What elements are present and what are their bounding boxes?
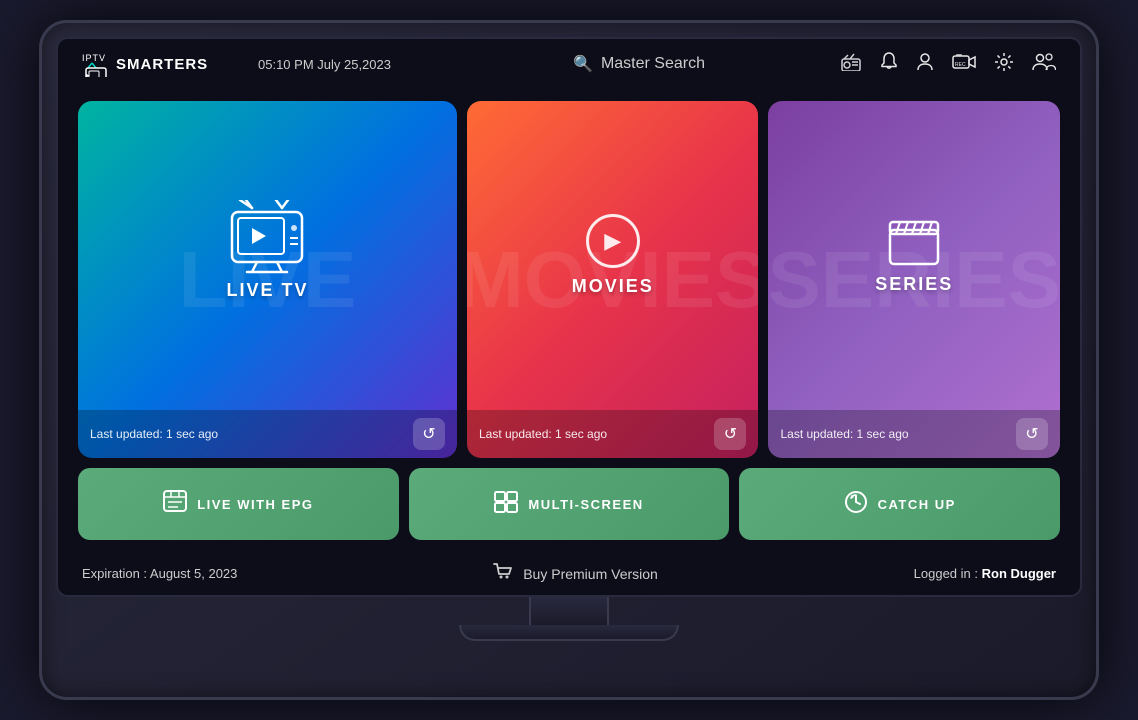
series-updated: Last updated: 1 sec ago [780, 427, 908, 441]
series-clapper-icon [886, 216, 942, 266]
settings-icon[interactable] [994, 52, 1014, 77]
series-label: SERIES [875, 274, 953, 295]
bottom-row: LIVE WITH EPG MULTI-SCREEN [78, 468, 1060, 540]
epg-label: LIVE WITH EPG [197, 497, 313, 512]
card-movies-inner: ▶ MOVIES [467, 101, 759, 410]
buy-premium[interactable]: Buy Premium Version [493, 562, 658, 585]
movies-footer: Last updated: 1 sec ago ↺ [467, 410, 759, 458]
card-series[interactable]: SERIES [768, 101, 1060, 458]
buy-premium-text: Buy Premium Version [523, 566, 658, 582]
catch-up-icon [844, 490, 868, 519]
live-tv-updated: Last updated: 1 sec ago [90, 427, 218, 441]
logo-smarters: SMARTERS [116, 56, 208, 73]
logo-area: IPTV ▶ SMARTERS [82, 51, 242, 77]
expiration-text: Expiration : August 5, 2023 [82, 566, 237, 581]
svg-text:IPTV: IPTV [82, 53, 106, 63]
main-content: LIVE [58, 89, 1080, 552]
multi-user-icon[interactable] [1032, 52, 1056, 77]
footer-bar: Expiration : August 5, 2023 Buy Premium … [58, 552, 1080, 595]
movies-play-icon: ▶ [586, 214, 640, 268]
card-live-epg[interactable]: LIVE WITH EPG [78, 468, 399, 540]
nav-icons: REC [840, 52, 1056, 77]
cart-icon [493, 562, 513, 585]
series-refresh[interactable]: ↺ [1016, 418, 1048, 450]
card-movies[interactable]: MOVIES ▶ MOVIES Last updated: 1 sec ago … [467, 101, 759, 458]
radio-icon[interactable] [840, 53, 862, 76]
header: IPTV ▶ SMARTERS 05:10 PM July 25,2023 🔍 … [58, 39, 1080, 89]
live-tv-refresh[interactable]: ↺ [413, 418, 445, 450]
search-icon: 🔍 [573, 54, 593, 74]
search-label: Master Search [601, 55, 705, 73]
live-tv-footer: Last updated: 1 sec ago ↺ [78, 410, 457, 458]
logged-in-prefix: Logged in : [914, 566, 982, 581]
epg-icon [163, 490, 187, 518]
card-live-tv-inner: LIVE TV [222, 101, 312, 410]
svg-text:REC: REC [955, 62, 966, 68]
movies-refresh[interactable]: ↺ [714, 418, 746, 450]
cards-row-top: LIVE [78, 101, 1060, 458]
tv-outer: IPTV ▶ SMARTERS 05:10 PM July 25,2023 🔍 … [39, 20, 1099, 700]
datetime: 05:10 PM July 25,2023 [258, 57, 438, 72]
card-multi-screen[interactable]: MULTI-SCREEN [409, 468, 730, 540]
screen-content: IPTV ▶ SMARTERS 05:10 PM July 25,2023 🔍 … [58, 39, 1080, 595]
card-series-inner: SERIES [768, 101, 1060, 410]
iptv-logo-icon: IPTV ▶ [82, 51, 112, 77]
live-tv-icon [222, 200, 312, 280]
logged-in-area: Logged in : Ron Dugger [914, 566, 1056, 581]
series-footer: Last updated: 1 sec ago ↺ [768, 410, 1060, 458]
record-icon[interactable]: REC [952, 53, 976, 76]
svg-text:▶: ▶ [86, 73, 90, 77]
bell-icon[interactable] [880, 52, 898, 77]
multi-screen-label: MULTI-SCREEN [528, 497, 643, 512]
movies-label: MOVIES [572, 276, 654, 297]
live-tv-label: LIVE TV [226, 280, 308, 301]
tv-screen: IPTV ▶ SMARTERS 05:10 PM July 25,2023 🔍 … [56, 37, 1082, 597]
card-catch-up[interactable]: CATCH UP [739, 468, 1060, 540]
card-live-tv[interactable]: LIVE [78, 101, 457, 458]
movies-updated: Last updated: 1 sec ago [479, 427, 607, 441]
tv-stand-neck [529, 597, 609, 625]
catch-up-label: CATCH UP [878, 497, 956, 512]
user-icon[interactable] [916, 52, 934, 77]
search-bar[interactable]: 🔍 Master Search [454, 54, 824, 74]
username: Ron Dugger [982, 566, 1056, 581]
multi-screen-icon [494, 491, 518, 518]
tv-stand-base [459, 625, 679, 641]
